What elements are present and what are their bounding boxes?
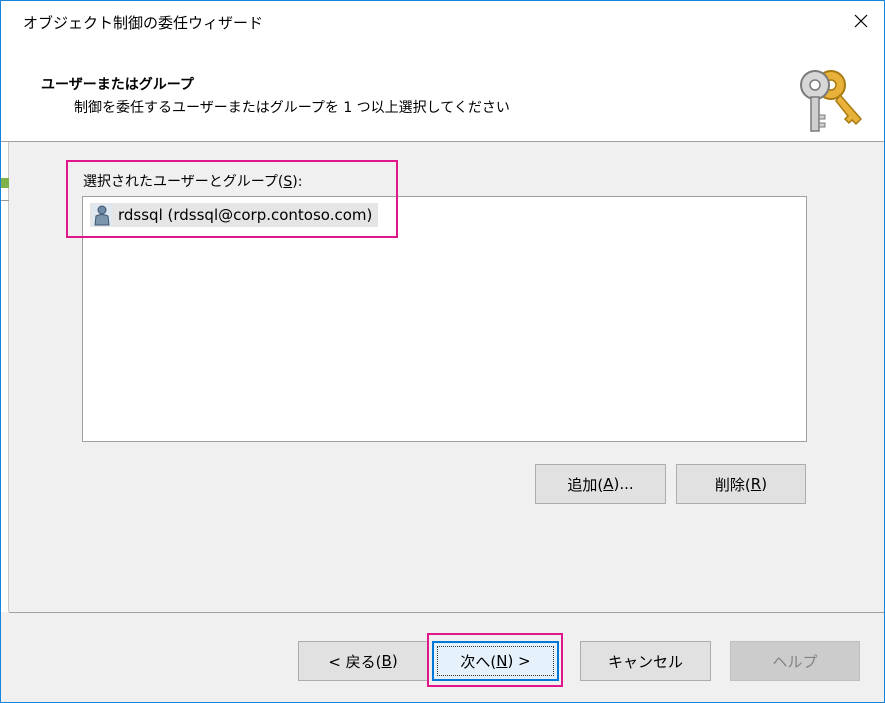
background-window-edge: [1, 142, 9, 612]
cancel-button[interactable]: キャンセル: [580, 641, 711, 681]
user-icon: [92, 204, 112, 226]
page-subtitle: 制御を委任するユーザーまたはグループを 1 つ以上選択してください: [74, 100, 510, 116]
wizard-header: ユーザーまたはグループ 制御を委任するユーザーまたはグループを 1 つ以上選択し…: [1, 41, 884, 142]
help-button[interactable]: ヘルプ: [730, 641, 860, 681]
list-item-label: rdssql (rdssql@corp.contoso.com): [118, 206, 373, 224]
close-button[interactable]: [838, 1, 884, 41]
page-title: ユーザーまたはグループ: [41, 77, 194, 93]
window-title: オブジェクト制御の委任ウィザード: [23, 14, 264, 32]
selected-users-label: 選択されたユーザーとグループ(S):: [83, 174, 303, 190]
footer-divider: [9, 612, 884, 613]
list-item[interactable]: rdssql (rdssql@corp.contoso.com): [90, 203, 379, 227]
close-icon: [854, 14, 868, 28]
add-button[interactable]: 追加(A)...: [535, 464, 666, 504]
wizard-window: オブジェクト制御の委任ウィザード ユーザーまたはグループ 制御を委任するユーザー…: [0, 0, 885, 703]
remove-button[interactable]: 削除(R): [676, 464, 806, 504]
next-button[interactable]: 次へ(N) >: [432, 641, 559, 681]
back-button[interactable]: < 戻る(B): [298, 641, 428, 681]
keys-icon: [800, 70, 863, 132]
selected-users-list[interactable]: rdssql (rdssql@corp.contoso.com): [82, 196, 807, 442]
title-bar: オブジェクト制御の委任ウィザード: [1, 1, 884, 41]
